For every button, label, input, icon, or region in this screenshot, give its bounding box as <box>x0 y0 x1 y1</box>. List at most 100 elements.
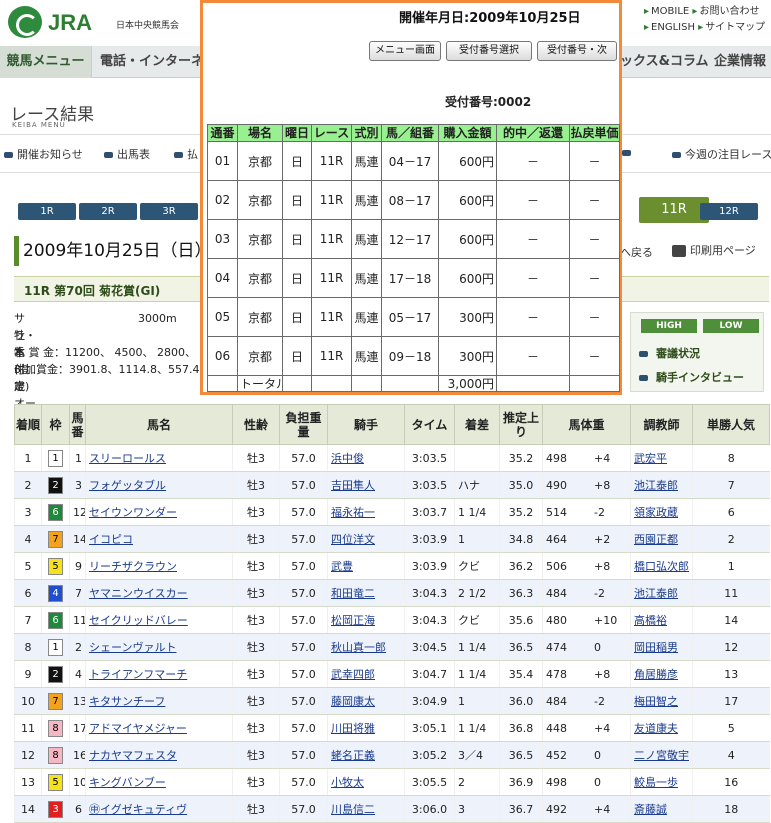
contact-link[interactable]: お問い合わせ <box>692 4 759 20</box>
jockey-link[interactable]: 秋山真一郎 <box>331 641 386 654</box>
trainer-link[interactable]: 斎藤誠 <box>634 803 667 816</box>
horse-name-link[interactable]: アドマイヤメジャー <box>89 722 187 735</box>
horse-number: 16 <box>69 741 86 769</box>
last-3f: 36.5 <box>499 633 543 661</box>
horse-name-link[interactable]: キタサンチーフ <box>89 695 165 708</box>
ticket-popup: 開催年月日:2009年10月25日 メニュー画面 受付番号選択 受付番号・次 受… <box>200 0 622 395</box>
body-weight-diff: -2 <box>594 694 605 708</box>
finish-time: 3:05.1 <box>404 714 455 742</box>
waku-badge: 2 <box>48 665 63 683</box>
trainer-link[interactable]: 武宏平 <box>634 452 667 465</box>
results-row: 5 5 9 リーチザクラウン 牡3 57.0 武豊 3:03.9 クビ 36.2 506 +8 橋口弘次… <box>14 552 770 580</box>
print-page-link[interactable]: 印刷用ページ <box>672 242 756 258</box>
race-tab-3r[interactable]: 3R <box>140 203 198 220</box>
trainer-link[interactable]: 高橋裕 <box>634 614 667 627</box>
nav-corporate[interactable]: 企業情報 <box>714 46 766 78</box>
jockey-link[interactable]: 松岡正海 <box>331 614 375 627</box>
sex-age: 牡3 <box>232 741 280 769</box>
trainer-link[interactable]: 西園正都 <box>634 533 678 546</box>
jockey-link[interactable]: 四位洋文 <box>331 533 375 546</box>
horse-name-link[interactable]: イコピコ <box>89 533 133 546</box>
english-link[interactable]: ENGLISH <box>644 20 695 36</box>
popularity: 14 <box>692 606 770 634</box>
horse-name-link[interactable]: ㊥イグゼキュティヴ <box>89 803 187 816</box>
trainer-link[interactable]: 領家政蔵 <box>634 506 678 519</box>
nav-column[interactable]: ックス&コラム <box>620 46 709 78</box>
jockey-link[interactable]: 川田将雅 <box>331 722 375 735</box>
jockey-link[interactable]: 川島信二 <box>331 803 375 816</box>
results-row: 12 8 16ナカヤマフェスタ 牡357.0蛯名正義 3:05.23／436.5452 0… <box>14 741 770 769</box>
race-tab-2r[interactable]: 2R <box>79 203 137 220</box>
mobile-link[interactable]: MOBILE <box>644 4 689 20</box>
col-header-popularity: 単勝人気 <box>692 404 770 445</box>
carried-weight: 57.0 <box>279 498 328 526</box>
back-link[interactable]: へ戻る <box>620 244 653 260</box>
low-button[interactable]: LOW <box>703 319 759 333</box>
body-weight-diff: +10 <box>594 613 618 627</box>
horse-name-link[interactable]: ナカヤマフェスタ <box>89 749 177 762</box>
jockey-interview-link[interactable]: 騎手インタビュー <box>639 369 744 385</box>
jockey-link[interactable]: 武豊 <box>331 560 353 573</box>
horse-name-link[interactable]: セイウンワンダー <box>89 506 177 519</box>
trainer-link[interactable]: 友道康夫 <box>634 722 678 735</box>
ticket-serial: 03 <box>207 219 238 259</box>
page-subtitle: KEIBA MENU <box>12 121 66 129</box>
carried-weight: 57.0 <box>279 606 328 634</box>
jockey-link[interactable]: 吉田隼人 <box>331 479 375 492</box>
high-button[interactable]: HIGH <box>641 319 697 333</box>
jra-logo[interactable]: JRA 日本中央競馬会 <box>8 6 198 38</box>
subnav-entries[interactable]: 出馬表 <box>104 146 150 162</box>
nav-keiba-menu[interactable]: 競馬メニュー <box>0 46 92 78</box>
subnav-featured[interactable]: 今週の注目レース <box>672 146 771 162</box>
race-tab-12r[interactable]: 12R <box>700 203 758 220</box>
horse-name-link[interactable]: キングバンブー <box>89 776 166 789</box>
trainer-link[interactable]: 池江泰郎 <box>634 479 678 492</box>
trainer-link[interactable]: 角居勝彦 <box>634 668 678 681</box>
popularity: 6 <box>692 498 770 526</box>
jockey-link[interactable]: 福永祐一 <box>331 506 375 519</box>
sex-age: 牡3 <box>232 606 280 634</box>
horse-name-link[interactable]: シェーンヴァルト <box>89 641 176 654</box>
horse-name-link[interactable]: スリーロールス <box>89 452 166 465</box>
ticket-col-amount: 購入金額 <box>438 124 497 142</box>
trainer-link[interactable]: 梅田智之 <box>634 695 678 708</box>
jockey-link[interactable]: 藤岡康太 <box>331 695 375 708</box>
horse-name-link[interactable]: ヤマニンウイスカー <box>89 587 188 600</box>
sex-age: 牡3 <box>232 552 280 580</box>
subnav-odds-info[interactable] <box>622 146 635 159</box>
race-tab-1r[interactable]: 1R <box>18 203 76 220</box>
trainer-link[interactable]: 鮫島一歩 <box>634 776 678 789</box>
race-tab-11r[interactable]: 11R <box>639 197 709 223</box>
col-header-position: 着順 <box>14 404 42 445</box>
deliberation-link[interactable]: 審議状況 <box>639 345 700 361</box>
horse-name-link[interactable]: リーチザクラウン <box>89 560 177 573</box>
body-weight-value: 498 <box>546 451 567 465</box>
trainer-link[interactable]: 岡田稲男 <box>634 641 678 654</box>
jockey-link[interactable]: 武幸四郎 <box>331 668 375 681</box>
horse-name-link[interactable]: フォゲッタブル <box>89 479 166 492</box>
ticket-combination: 08－17 <box>381 180 439 220</box>
subnav-news[interactable]: 開催お知らせ <box>4 146 83 162</box>
waku-badge: 7 <box>48 692 63 710</box>
receipt-next-button[interactable]: 受付番号・次 <box>537 41 617 61</box>
jockey-link[interactable]: 和田竜二 <box>331 587 375 600</box>
horse-name-link[interactable]: セイクリッドバレー <box>89 614 188 627</box>
horse-name-link[interactable]: トライアンフマーチ <box>89 668 187 681</box>
receipt-select-button[interactable]: 受付番号選択 <box>446 41 532 61</box>
jockey-link[interactable]: 小牧太 <box>331 776 364 789</box>
jockey-link[interactable]: 浜中俊 <box>331 452 364 465</box>
trainer-link[interactable]: 二ノ宮敬宇 <box>634 749 689 762</box>
print-label: 印刷用ページ <box>690 244 756 257</box>
jockey-link[interactable]: 蛯名正義 <box>331 749 375 762</box>
carried-weight: 57.0 <box>279 714 328 742</box>
subnav-cut[interactable]: 払 <box>174 146 198 162</box>
results-row: 9 2 4 トライアンフマーチ 牡3 57.0 武幸四郎 3:04.7 1 1/4 35.4 478… <box>14 660 770 688</box>
sitemap-link[interactable]: サイトマップ <box>698 20 765 36</box>
trainer-link[interactable]: 池江泰郎 <box>634 587 678 600</box>
menu-screen-button[interactable]: メニュー画面 <box>369 41 441 61</box>
ticket-combination: 09－18 <box>381 336 439 376</box>
finish-time: 3:04.5 <box>404 633 455 661</box>
trainer-link[interactable]: 橋口弘次郎 <box>634 560 689 573</box>
ticket-row: 06 京都日 11R 馬連 09－18 300円－－ <box>207 336 620 376</box>
ticket-body: 01 京都日 11R 馬連 04－17 600円－－ 02 京都日 11R 馬連 08－17 600円… <box>207 141 620 376</box>
